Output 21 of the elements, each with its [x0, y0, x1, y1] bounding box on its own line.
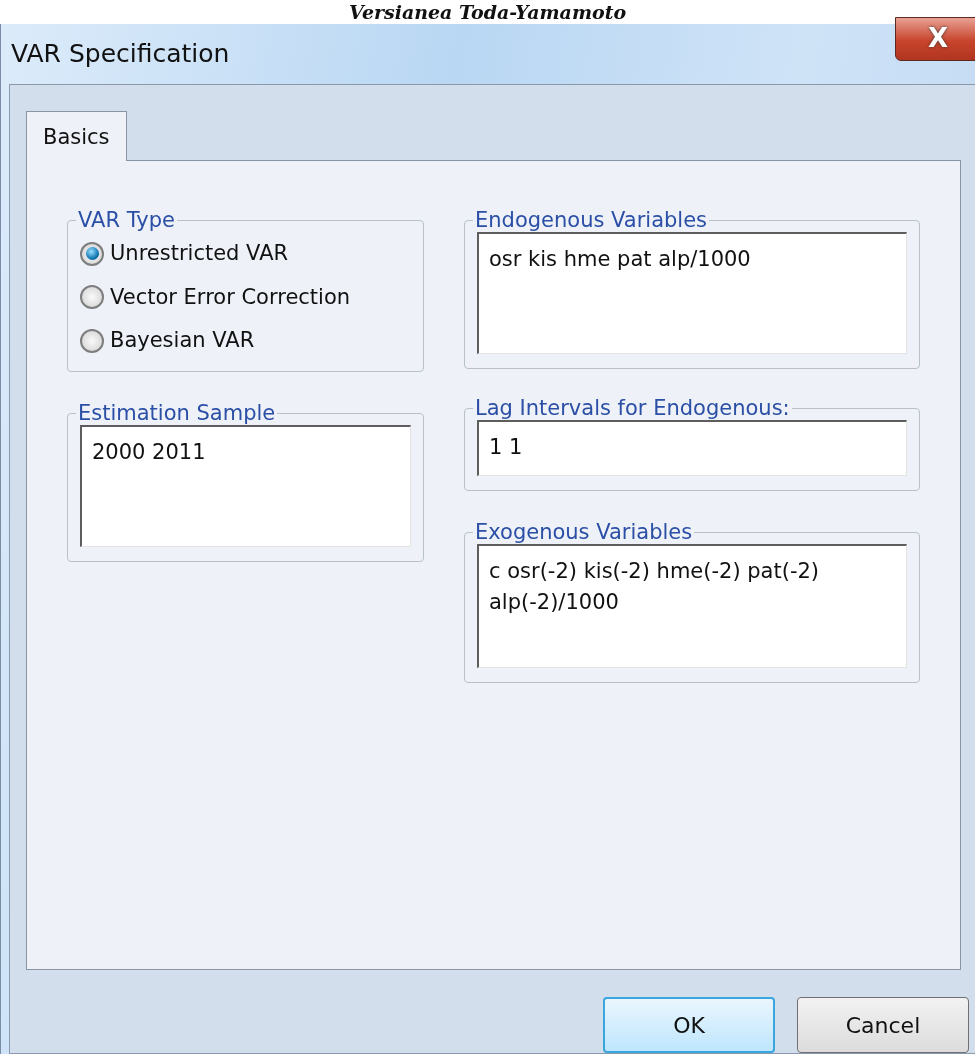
group-label: Endogenous Variables	[474, 209, 709, 233]
radio-label[interactable]: Unrestricted VAR	[110, 238, 289, 270]
radio-button[interactable]	[80, 285, 104, 310]
radio-button[interactable]	[80, 328, 104, 353]
text-field[interactable]: osr kis hme pat alp/1000	[477, 232, 907, 355]
ok-button[interactable]: OK	[603, 997, 775, 1053]
caption-text: Versianea Toda-Yamamoto	[348, 0, 627, 24]
cancel-button[interactable]: Cancel	[797, 997, 969, 1053]
close-button[interactable]: X	[895, 16, 975, 61]
text-field[interactable]: 2000 2011	[80, 424, 411, 547]
window-title: VAR Specification	[10, 38, 230, 70]
group-label: VAR Type	[77, 209, 176, 233]
text-field[interactable]: 1 1	[477, 420, 907, 477]
radio-label[interactable]: Bayesian VAR	[110, 325, 255, 357]
group-label: Lag Intervals for Endogenous:	[474, 397, 791, 421]
text-field[interactable]: c osr(-2) kis(-2) hme(-2) pat(-2) alp(-2)/1000	[477, 544, 907, 669]
group-label: Estimation Sample	[77, 401, 277, 425]
tab[interactable]: Basics	[26, 110, 127, 161]
radio-button[interactable]	[80, 241, 104, 266]
radio-label[interactable]: Vector Error Correction	[110, 281, 351, 314]
group-label: Exogenous Variables	[474, 521, 694, 545]
